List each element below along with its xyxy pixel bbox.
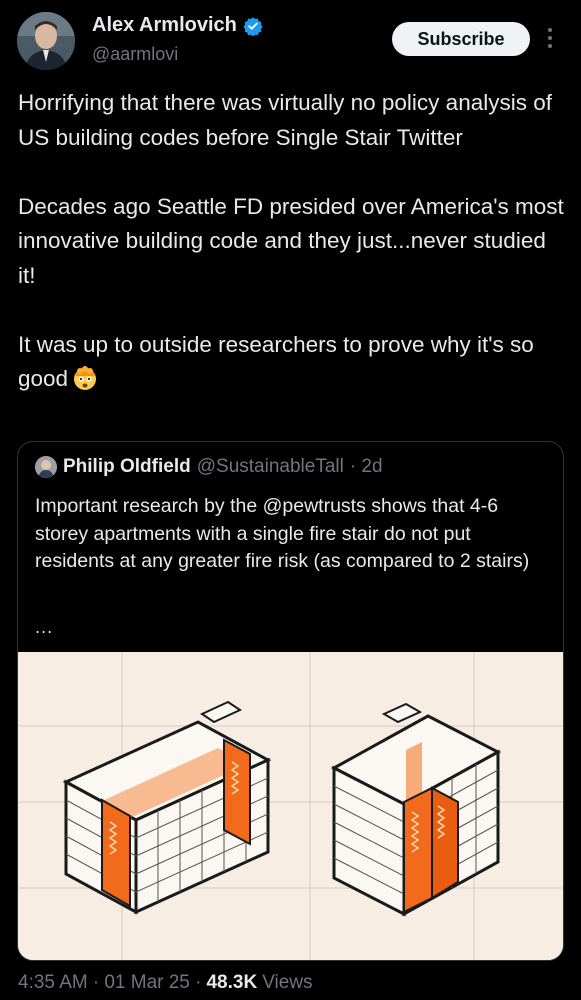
tweet-time[interactable]: 4:35 AM — [18, 972, 88, 994]
tweet-paragraph: Horrifying that there was virtually no p… — [18, 90, 552, 150]
author-handle[interactable]: @aarmlovi — [92, 44, 178, 65]
tweet-date[interactable]: · 01 Mar 25 · — [93, 972, 202, 994]
quoted-tweet-image[interactable] — [18, 652, 563, 960]
quoted-author-avatar — [35, 456, 57, 478]
exploding-head-emoji-icon — [72, 365, 98, 391]
tweet-body: Horrifying that there was virtually no p… — [18, 86, 566, 397]
quoted-tweet-card[interactable]: Philip Oldfield @SustainableTall · 2d Im… — [17, 441, 564, 961]
views-label: Views — [262, 972, 313, 993]
author-avatar[interactable] — [17, 12, 75, 70]
quoted-tweet-time: · 2d — [349, 456, 383, 477]
quoted-tweet-more: ... — [35, 618, 54, 637]
quoted-tweet-header: Philip Oldfield @SustainableTall · 2d — [35, 456, 383, 478]
tweet-footer: 4:35 AM · 01 Mar 25 · 48.3K Views — [18, 972, 313, 994]
quoted-author-handle: @SustainableTall — [196, 456, 344, 477]
quoted-author-name: Philip Oldfield — [63, 456, 191, 477]
author-display-name[interactable]: Alex Armlovich — [92, 14, 237, 37]
tweet-header: Alex Armlovich @aarmlovi Subscribe — [0, 0, 581, 80]
tweet-paragraph: It was up to outside researchers to prov… — [18, 328, 566, 397]
quoted-tweet-text: Important research by the @pewtrusts sho… — [35, 495, 530, 572]
tweet-paragraph: Decades ago Seattle FD presided over Ame… — [18, 193, 564, 288]
author-name-row: Alex Armlovich — [92, 14, 263, 37]
verified-badge-icon[interactable] — [243, 16, 263, 36]
views-count: 48.3K — [206, 972, 258, 993]
more-options-icon[interactable] — [544, 24, 556, 52]
subscribe-button[interactable]: Subscribe — [392, 22, 530, 56]
